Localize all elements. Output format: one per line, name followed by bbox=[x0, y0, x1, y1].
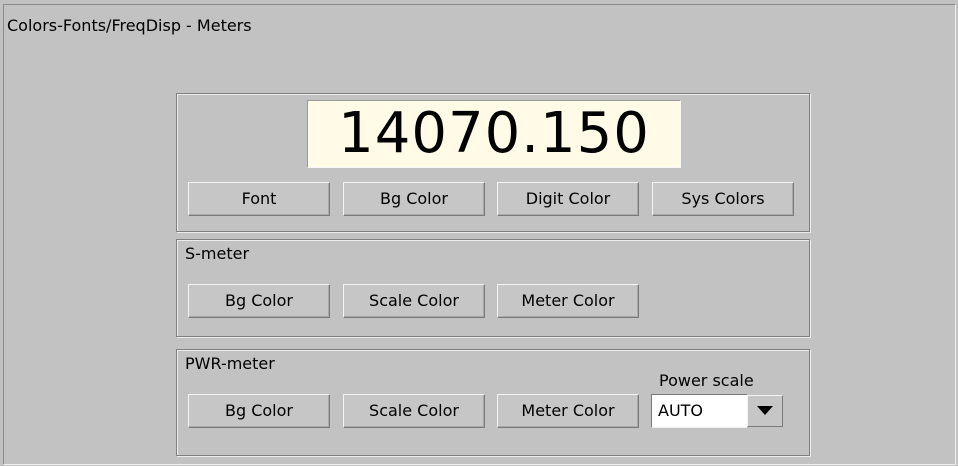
power-scale-value[interactable]: AUTO bbox=[651, 394, 747, 428]
font-button[interactable]: Font bbox=[188, 182, 330, 216]
chevron-down-icon bbox=[757, 406, 773, 415]
freq-display-group: 14070.150 Font Bg Color Digit Color Sys … bbox=[176, 93, 810, 232]
power-scale-dropdown-button[interactable] bbox=[747, 395, 783, 427]
s-meter-meter-color-button[interactable]: Meter Color bbox=[497, 284, 639, 318]
sys-colors-button[interactable]: Sys Colors bbox=[652, 182, 794, 216]
s-meter-scale-color-button[interactable]: Scale Color bbox=[343, 284, 485, 318]
power-scale-select[interactable]: AUTO bbox=[651, 394, 783, 428]
freq-bg-color-button[interactable]: Bg Color bbox=[343, 182, 485, 216]
s-meter-label: S-meter bbox=[185, 244, 250, 263]
frequency-display: 14070.150 bbox=[307, 100, 681, 168]
pwr-meter-meter-color-button[interactable]: Meter Color bbox=[497, 394, 639, 428]
s-meter-bg-color-button[interactable]: Bg Color bbox=[188, 284, 330, 318]
pwr-meter-label: PWR-meter bbox=[185, 354, 275, 373]
page-title: Colors-Fonts/FreqDisp - Meters bbox=[7, 16, 252, 35]
pwr-meter-bg-color-button[interactable]: Bg Color bbox=[188, 394, 330, 428]
s-meter-group: S-meter Bg Color Scale Color Meter Color bbox=[176, 239, 810, 337]
power-scale-label: Power scale bbox=[659, 371, 754, 390]
pwr-meter-group: PWR-meter Bg Color Scale Color Meter Col… bbox=[176, 349, 810, 456]
pwr-meter-scale-color-button[interactable]: Scale Color bbox=[343, 394, 485, 428]
digit-color-button[interactable]: Digit Color bbox=[497, 182, 639, 216]
